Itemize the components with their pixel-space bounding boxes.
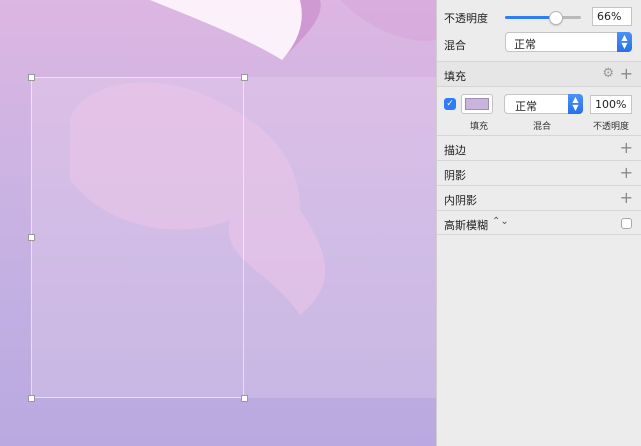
add-border-plus-icon[interactable]: +: [620, 140, 633, 156]
inspector-panel: 不透明度 66% 混合 正常 ▲ ▼ 填充 ⚙ + ✓ 正常 ▲ ▼ 100% 填充…: [436, 0, 641, 446]
design-canvas[interactable]: [0, 0, 436, 446]
blend-sublabel: 混合: [533, 122, 552, 132]
updown-chevron-icon[interactable]: ⌃⌄: [492, 216, 509, 227]
opacity-sublabel: 不透明度: [593, 122, 630, 132]
opacity-label: 不透明度: [444, 12, 488, 25]
updown-chevron-icon: ▲ ▼: [568, 94, 583, 114]
blend-row: 混合 正常 ▲ ▼: [437, 32, 641, 60]
add-fill-plus-icon[interactable]: +: [620, 66, 633, 82]
resize-handle-top-middle[interactable]: [241, 74, 248, 81]
inner-shadow-section[interactable]: 内阴影 +: [437, 185, 641, 210]
opacity-slider[interactable]: [505, 11, 581, 25]
fill-entry: ✓ 正常 ▲ ▼ 100% 填充 混合 不透明度: [437, 86, 641, 134]
resize-handle-top-left[interactable]: [28, 74, 35, 81]
inner-shadow-section-title: 内阴影: [444, 194, 477, 207]
checkmark-icon: ✓: [446, 99, 454, 109]
fill-color-swatch: [465, 98, 489, 110]
fill-section-header: 填充 ⚙ +: [437, 61, 641, 86]
border-section[interactable]: 描边 +: [437, 135, 641, 160]
add-shadow-plus-icon[interactable]: +: [620, 165, 633, 181]
opacity-slider-fill: [505, 16, 556, 19]
opacity-slider-knob[interactable]: [549, 11, 564, 25]
blend-mode-select[interactable]: 正常 ▲ ▼: [505, 32, 632, 52]
resize-handle-bottom-left[interactable]: [28, 395, 35, 402]
gear-icon[interactable]: ⚙: [602, 67, 614, 81]
add-inner-shadow-plus-icon[interactable]: +: [620, 190, 633, 206]
border-section-title: 描边: [444, 144, 466, 157]
fill-opacity-input[interactable]: 100%: [590, 95, 632, 114]
fill-section-title: 填充: [444, 70, 466, 83]
gaussian-blur-checkbox[interactable]: [621, 218, 632, 229]
selection-frame[interactable]: [31, 77, 244, 398]
resize-handle-bottom-middle[interactable]: [241, 395, 248, 402]
fill-sublabel: 填充: [470, 122, 489, 132]
opacity-row: 不透明度 66%: [437, 0, 641, 32]
resize-handle-middle-left[interactable]: [28, 234, 35, 241]
fill-blend-value: 正常: [515, 100, 537, 113]
opacity-input[interactable]: 66%: [592, 7, 632, 26]
updown-chevron-icon: ▲ ▼: [617, 32, 632, 52]
shadow-section[interactable]: 阴影 +: [437, 160, 641, 185]
shadow-section-title: 阴影: [444, 169, 466, 182]
fill-color-well[interactable]: [461, 94, 493, 114]
fill-blend-select[interactable]: 正常 ▲ ▼: [504, 94, 583, 114]
blend-mode-value: 正常: [514, 38, 536, 51]
fill-enabled-checkbox[interactable]: ✓: [444, 98, 456, 110]
blend-label: 混合: [444, 39, 466, 52]
gaussian-blur-title[interactable]: 高斯模糊: [444, 217, 488, 233]
gaussian-blur-section: 高斯模糊 ⌃⌄: [437, 210, 641, 235]
